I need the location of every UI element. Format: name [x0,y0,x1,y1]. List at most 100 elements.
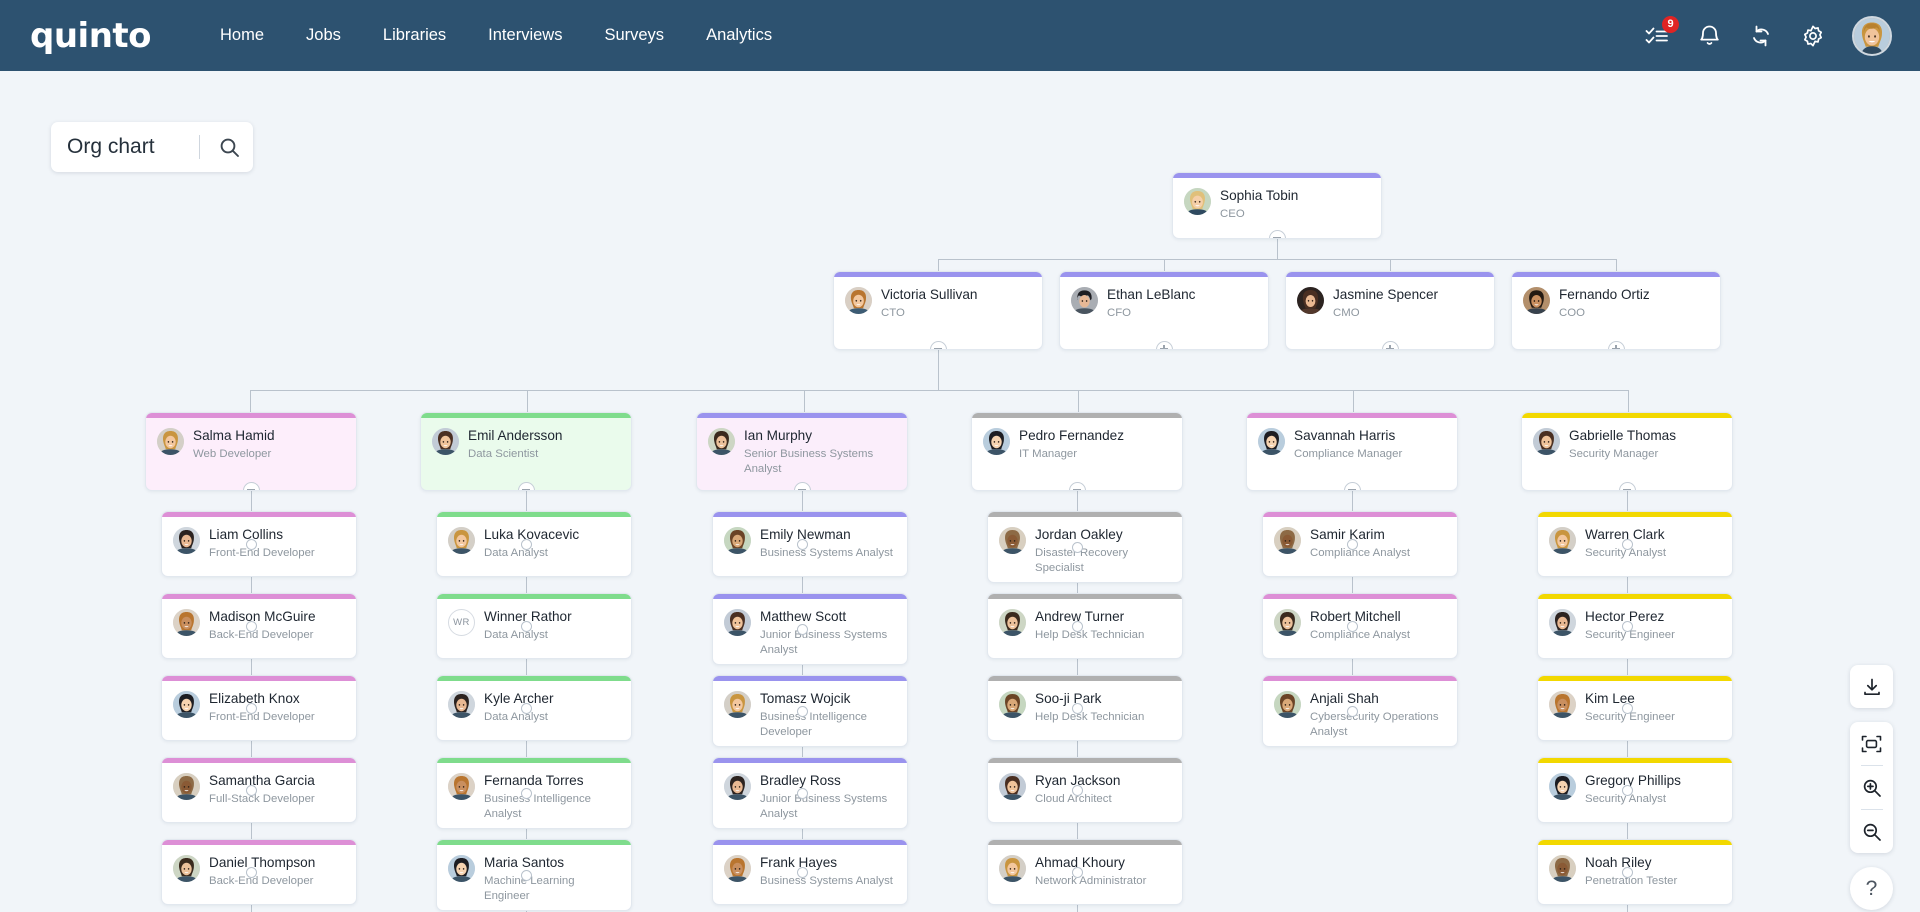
org-node-cfo[interactable]: Ethan LeBlanc CFO [1059,271,1269,350]
node-avatar [1549,609,1576,636]
org-node-manager[interactable]: Emil AnderssonData Scientist [420,412,632,491]
node-title: COO [1559,306,1650,321]
zoom-in-icon[interactable] [1850,766,1893,809]
org-node-report[interactable]: Andrew TurnerHelp Desk Technician [987,593,1183,659]
node-name: Emil Andersson [468,428,562,444]
org-node-coo[interactable]: Fernando Ortiz COO [1511,271,1721,350]
gear-icon[interactable] [1800,23,1826,49]
org-node-report[interactable]: Frank HayesBusiness Systems Analyst [712,839,908,905]
org-node-manager[interactable]: Gabrielle ThomasSecurity Manager [1521,412,1733,491]
org-chart-canvas[interactable]: Sophia Tobin CEO Victoria Sullivan CTO [0,71,1920,912]
org-node-manager[interactable]: Savannah HarrisCompliance Manager [1246,412,1458,491]
download-icon[interactable] [1850,665,1893,708]
nav-link-libraries[interactable]: Libraries [362,16,467,55]
node-avatar [999,691,1026,718]
org-node-report[interactable]: Emily NewmanBusiness Systems Analyst [712,511,908,577]
org-node-report[interactable]: Ahmad KhouryNetwork Administrator [987,839,1183,905]
zoom-out-icon[interactable] [1850,810,1893,853]
connector-joint [246,867,257,878]
org-node-manager[interactable]: Pedro FernandezIT Manager [971,412,1183,491]
node-expand-toggle[interactable] [1156,341,1173,351]
org-node-report[interactable]: Ryan JacksonCloud Architect [987,757,1183,823]
node-name: Robert Mitchell [1310,609,1410,625]
node-avatar [724,773,751,800]
node-collapse-toggle[interactable] [518,482,535,492]
node-name: Ian Murphy [744,428,897,444]
node-avatar [448,691,475,718]
connector-joint [1622,621,1633,632]
org-node-report[interactable]: Anjali ShahCybersecurity Operations Anal… [1262,675,1458,747]
org-node-report[interactable]: Matthew ScottJunior Business Systems Ana… [712,593,908,665]
node-avatar [999,855,1026,882]
tasks-icon[interactable]: 9 [1644,23,1670,49]
node-collapse-toggle[interactable] [1619,482,1636,492]
node-name: Soo-ji Park [1035,691,1144,707]
org-node-ceo[interactable]: Sophia Tobin CEO [1172,172,1382,239]
connector-joint [246,785,257,796]
fit-to-screen-icon[interactable] [1850,722,1893,765]
user-avatar[interactable] [1852,16,1892,56]
node-name: Samantha Garcia [209,773,315,789]
nav-link-jobs[interactable]: Jobs [285,16,362,55]
org-node-cmo[interactable]: Jasmine Spencer CMO [1285,271,1495,350]
org-node-report[interactable]: Luka KovacevicData Analyst [436,511,632,577]
org-node-report[interactable]: Jordan OakleyDisaster Recovery Specialis… [987,511,1183,583]
node-collapse-toggle[interactable] [1344,482,1361,492]
org-node-report[interactable]: Hector PerezSecurity Engineer [1537,593,1733,659]
node-name: Liam Collins [209,527,315,543]
node-collapse-toggle[interactable] [243,482,260,492]
search-input[interactable] [67,135,195,159]
node-collapse-toggle[interactable] [1069,482,1086,492]
connector-joint [521,621,532,632]
node-title: Help Desk Technician [1035,628,1144,643]
node-title: Machine Learning Engineer [484,874,621,904]
search-icon[interactable] [209,127,249,167]
nav-link-analytics[interactable]: Analytics [685,16,793,55]
node-name: Savannah Harris [1294,428,1402,444]
node-name: Ethan LeBlanc [1107,287,1195,303]
node-avatar [983,428,1010,455]
org-node-report[interactable]: Tomasz WojcikBusiness Intelligence Devel… [712,675,908,747]
org-node-report[interactable]: Samir KarimCompliance Analyst [1262,511,1458,577]
org-node-report[interactable]: Robert MitchellCompliance Analyst [1262,593,1458,659]
org-node-report[interactable]: Noah RileyPenetration Tester [1537,839,1733,905]
org-node-report[interactable]: Gregory PhillipsSecurity Analyst [1537,757,1733,823]
org-node-report[interactable]: Maria SantosMachine Learning Engineer [436,839,632,911]
org-node-report[interactable]: Soo-ji ParkHelp Desk Technician [987,675,1183,741]
connector-joint [797,624,808,635]
org-node-report[interactable]: Madison McGuireBack-End Developer [161,593,357,659]
node-name: Gregory Phillips [1585,773,1681,789]
org-node-report[interactable]: Warren ClarkSecurity Analyst [1537,511,1733,577]
org-node-report[interactable]: Kyle ArcherData Analyst [436,675,632,741]
node-avatar [1549,855,1576,882]
nav-link-surveys[interactable]: Surveys [583,16,685,55]
connector-joint [1072,785,1083,796]
connector-joint [521,703,532,714]
org-node-cto[interactable]: Victoria Sullivan CTO [833,271,1043,350]
nav-link-home[interactable]: Home [199,16,285,55]
org-node-manager[interactable]: Salma HamidWeb Developer [145,412,357,491]
node-avatar [1184,188,1211,215]
connector-joint [521,539,532,550]
refresh-icon[interactable] [1748,23,1774,49]
org-node-report[interactable]: Liam CollinsFront-End Developer [161,511,357,577]
help-button[interactable]: ? [1850,867,1893,910]
org-node-report[interactable]: WRWinner RathorData Analyst [436,593,632,659]
node-expand-toggle[interactable] [1608,341,1625,351]
node-name: Salma Hamid [193,428,275,444]
org-node-report[interactable]: Bradley RossJunior Business Systems Anal… [712,757,908,829]
org-node-manager[interactable]: Ian MurphySenior Business Systems Analys… [696,412,908,491]
nav-link-interviews[interactable]: Interviews [467,16,583,55]
org-node-report[interactable]: Kim LeeSecurity Engineer [1537,675,1733,741]
node-avatar [724,855,751,882]
org-node-report[interactable]: Samantha GarciaFull-Stack Developer [161,757,357,823]
org-node-report[interactable]: Elizabeth KnoxFront-End Developer [161,675,357,741]
bell-icon[interactable] [1696,23,1722,49]
org-node-report[interactable]: Daniel ThompsonBack-End Developer [161,839,357,905]
node-collapse-toggle[interactable] [930,341,947,351]
org-node-report[interactable]: Fernanda TorresBusiness Intelligence Ana… [436,757,632,829]
node-title: Junior Business Systems Analyst [760,628,897,658]
node-title: Business Intelligence Analyst [484,792,621,822]
node-expand-toggle[interactable] [1382,341,1399,351]
app-logo[interactable]: quinto [30,16,151,56]
